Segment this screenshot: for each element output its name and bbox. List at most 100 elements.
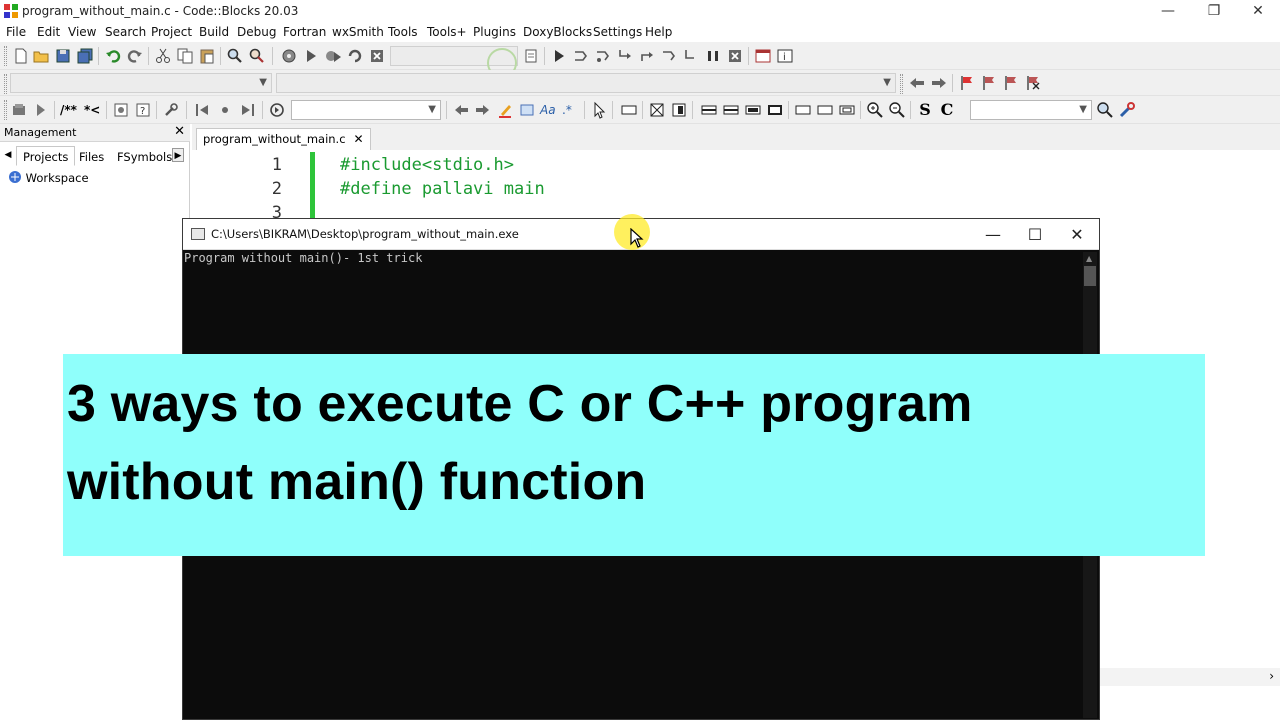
open-icon[interactable] bbox=[32, 47, 50, 65]
align-right-icon[interactable] bbox=[744, 101, 762, 119]
menu-project[interactable]: Project bbox=[151, 25, 192, 39]
select-icon[interactable] bbox=[518, 101, 536, 119]
run-icon[interactable] bbox=[302, 47, 320, 65]
run-chm-icon[interactable]: ? bbox=[134, 101, 152, 119]
menu-view[interactable]: View bbox=[68, 25, 96, 39]
split-h-icon[interactable] bbox=[794, 101, 812, 119]
menu-help[interactable]: Help bbox=[645, 25, 672, 39]
menu-fortran[interactable]: Fortran bbox=[283, 25, 326, 39]
frame-icon[interactable] bbox=[670, 101, 688, 119]
match-icon[interactable] bbox=[268, 101, 286, 119]
menu-build[interactable]: Build bbox=[199, 25, 229, 39]
jump-next-icon[interactable] bbox=[238, 101, 256, 119]
block-comment-icon[interactable]: /** bbox=[60, 101, 84, 119]
undo-icon[interactable] bbox=[104, 47, 122, 65]
break-debugger-icon[interactable] bbox=[704, 47, 722, 65]
step-into-instruction-icon[interactable] bbox=[682, 47, 700, 65]
regex-icon[interactable]: .* bbox=[562, 101, 580, 119]
toolbar-grip[interactable] bbox=[900, 74, 903, 94]
split-v-icon[interactable] bbox=[816, 101, 834, 119]
save-all-icon[interactable] bbox=[76, 47, 94, 65]
align-left-icon[interactable] bbox=[700, 101, 718, 119]
tab-fsymbols[interactable]: FSymbols bbox=[110, 146, 179, 166]
debug-windows-icon[interactable] bbox=[754, 47, 772, 65]
menu-edit[interactable]: Edit bbox=[37, 25, 60, 39]
code-line[interactable]: #include<stdio.h> bbox=[340, 155, 514, 175]
next-bookmark-icon[interactable] bbox=[1002, 74, 1020, 92]
chevron-right-icon[interactable]: ▶ bbox=[172, 148, 184, 162]
pointer-icon[interactable] bbox=[590, 101, 608, 119]
chevron-up-icon[interactable]: ▲ bbox=[1086, 254, 1092, 263]
menu-wxsmith[interactable]: wxSmith bbox=[332, 25, 384, 39]
replace-icon[interactable] bbox=[248, 47, 266, 65]
prev-bookmark-icon[interactable] bbox=[980, 74, 998, 92]
next-line-icon[interactable] bbox=[594, 47, 612, 65]
menu-tools[interactable]: Tools bbox=[388, 25, 418, 39]
close-icon[interactable]: ✕ bbox=[354, 132, 364, 146]
toolbar-grip[interactable] bbox=[4, 100, 7, 120]
menu-debug[interactable]: Debug bbox=[237, 25, 276, 39]
menu-file[interactable]: File bbox=[6, 25, 26, 39]
step-into-icon[interactable] bbox=[616, 47, 634, 65]
doxy-wizard-icon[interactable] bbox=[10, 101, 28, 119]
menu-tools-plus[interactable]: Tools+ bbox=[427, 25, 467, 39]
toolbar-grip[interactable] bbox=[4, 46, 7, 66]
stop-debugger-icon[interactable] bbox=[726, 47, 744, 65]
doxy-extract-icon[interactable] bbox=[32, 101, 50, 119]
rebuild-icon[interactable] bbox=[346, 47, 364, 65]
c-icon[interactable]: C bbox=[938, 101, 956, 119]
redo-icon[interactable] bbox=[126, 47, 144, 65]
toggle-bp-icon[interactable] bbox=[216, 101, 234, 119]
run-html-icon[interactable] bbox=[112, 101, 130, 119]
abort-icon[interactable] bbox=[368, 47, 386, 65]
s-icon[interactable]: S bbox=[916, 101, 934, 119]
scroll-thumb[interactable] bbox=[1084, 266, 1096, 286]
code-line[interactable]: #define pallavi main bbox=[340, 179, 545, 199]
rect-icon[interactable] bbox=[620, 101, 638, 119]
build-run-icon[interactable] bbox=[324, 47, 342, 65]
jump-forward-icon[interactable] bbox=[930, 74, 948, 92]
console-maximize-button[interactable]: ☐ bbox=[1015, 224, 1055, 246]
copy-icon[interactable] bbox=[176, 47, 194, 65]
new-file-icon[interactable] bbox=[12, 47, 30, 65]
chevron-left-icon[interactable]: ◀ bbox=[2, 148, 14, 162]
replace-text-icon[interactable]: Aa bbox=[540, 101, 558, 119]
scope-select[interactable]: ▼ bbox=[10, 73, 272, 93]
menu-search[interactable]: Search bbox=[105, 25, 146, 39]
align-center-icon[interactable] bbox=[722, 101, 740, 119]
find-icon[interactable] bbox=[226, 47, 244, 65]
zoom-in-icon[interactable] bbox=[866, 101, 884, 119]
build-target-icon[interactable] bbox=[522, 47, 540, 65]
search-combo[interactable]: ▼ bbox=[291, 100, 441, 120]
cut-icon[interactable] bbox=[154, 47, 172, 65]
debug-icon[interactable] bbox=[550, 47, 568, 65]
jump-back-icon[interactable] bbox=[908, 74, 926, 92]
menu-doxyblocks[interactable]: DoxyBlocks bbox=[523, 25, 592, 39]
search-icon[interactable] bbox=[1096, 101, 1114, 119]
config-icon[interactable] bbox=[162, 101, 180, 119]
workspace-tree-item[interactable]: Workspace bbox=[8, 170, 89, 185]
line-comment-icon[interactable]: *< bbox=[84, 101, 104, 119]
save-icon[interactable] bbox=[54, 47, 72, 65]
box-icon[interactable] bbox=[648, 101, 666, 119]
tab-projects[interactable]: Projects bbox=[16, 146, 76, 166]
zoom-out-icon[interactable] bbox=[888, 101, 906, 119]
file-tab[interactable]: program_without_main.c ✕ bbox=[196, 128, 371, 150]
jump-prev-icon[interactable] bbox=[194, 101, 212, 119]
close-icon[interactable]: ✕ bbox=[174, 124, 185, 139]
various-info-icon[interactable]: i bbox=[776, 47, 794, 65]
align-full-icon[interactable] bbox=[766, 101, 784, 119]
tools-icon[interactable] bbox=[1118, 101, 1136, 119]
tab-files[interactable]: Files bbox=[72, 146, 111, 166]
menu-plugins[interactable]: Plugins bbox=[473, 25, 516, 39]
prev-icon[interactable] bbox=[452, 101, 470, 119]
console-close-button[interactable]: ✕ bbox=[1057, 224, 1097, 246]
toolbar-grip[interactable] bbox=[4, 74, 7, 94]
build-icon[interactable] bbox=[280, 47, 298, 65]
step-out-icon[interactable] bbox=[638, 47, 656, 65]
restore-button[interactable]: ❐ bbox=[1192, 0, 1236, 22]
close-window-button[interactable]: ✕ bbox=[1236, 0, 1280, 22]
symbol-search-combo[interactable]: ▼ bbox=[970, 100, 1092, 120]
function-select[interactable]: ▼ bbox=[276, 73, 896, 93]
highlight-icon[interactable] bbox=[496, 101, 514, 119]
